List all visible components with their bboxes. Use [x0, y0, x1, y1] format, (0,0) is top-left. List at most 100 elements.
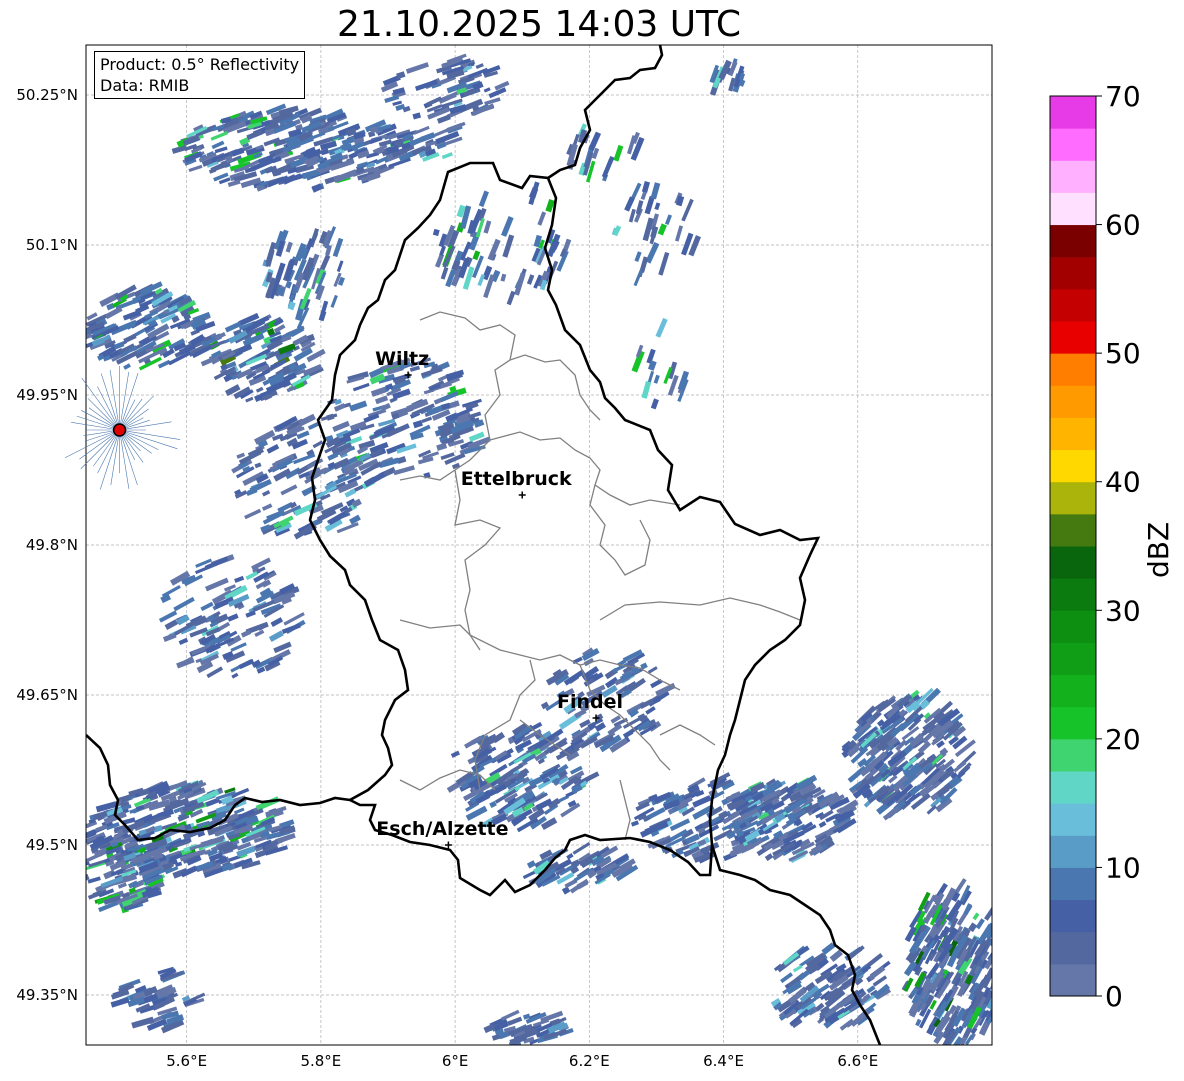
- echo-cell: [993, 960, 1007, 979]
- colorbar-segment: [1050, 353, 1096, 386]
- lon-tick-label: 6°E: [442, 1052, 469, 1070]
- echo-cell: [818, 821, 827, 828]
- echo-cell: [526, 860, 536, 869]
- echo-cell: [991, 960, 992, 976]
- echo-cell: [514, 272, 526, 296]
- echo-cell: [647, 666, 658, 674]
- echo-cell: [991, 922, 992, 933]
- colorbar-segment: [1050, 256, 1096, 290]
- echo-cell: [601, 156, 615, 178]
- echo-cell: [641, 180, 651, 193]
- echo-cell: [336, 260, 344, 273]
- lat-tick-label: 49.95°N: [16, 386, 78, 404]
- echo-cell: [70, 880, 82, 889]
- colorbar-segment: [1050, 128, 1096, 161]
- colorbar-segment: [1050, 546, 1096, 579]
- echo-cell: [641, 380, 652, 399]
- echo-cell: [658, 251, 670, 276]
- echo-cell: [234, 575, 245, 583]
- echo-cell: [991, 929, 992, 950]
- lon-tick-label: 5.8°E: [300, 1052, 341, 1070]
- reflectivity-echoes: [70, 53, 1008, 1045]
- echo-cell: [634, 251, 642, 262]
- echo-cell: [87, 876, 101, 884]
- echo-cell: [992, 950, 1001, 962]
- echo-cell: [994, 940, 1002, 949]
- echo-cell: [204, 556, 229, 570]
- echo-cell: [440, 266, 449, 280]
- lat-tick-label: 50.1°N: [26, 236, 78, 254]
- graticule: [86, 45, 992, 1045]
- echo-cell: [421, 416, 433, 424]
- radar-spoke: [119, 373, 139, 431]
- echo-cell: [483, 220, 492, 234]
- echo-cell: [436, 114, 451, 124]
- echo-cell: [393, 465, 415, 476]
- colorbar-segment: [1050, 385, 1096, 418]
- echo-cell: [244, 508, 262, 520]
- echo-cell: [439, 245, 446, 256]
- radar-site-dot: [112, 423, 127, 437]
- echo-cell: [412, 112, 422, 120]
- echo-cell: [120, 794, 131, 804]
- lon-tick-label: 6.6°E: [837, 1052, 878, 1070]
- colorbar-segment: [1050, 449, 1096, 483]
- echo-cell: [972, 912, 980, 921]
- echo-cell: [210, 131, 229, 141]
- radar-site-marker: [64, 365, 181, 490]
- echo-cell: [268, 630, 284, 643]
- echo-cell: [123, 363, 131, 370]
- colorbar-tick-label: 60: [1105, 209, 1141, 242]
- echo-cell: [994, 945, 1008, 963]
- colorbar-segment: [1050, 738, 1096, 772]
- echo-cell: [157, 359, 171, 369]
- axis-ticks: 50.25°N 50.1°N 49.95°N 49.8°N 49.65°N 49.5°N 4…: [16, 86, 878, 1070]
- radar-spoke: [79, 429, 120, 460]
- echo-cell: [327, 452, 339, 461]
- radar-map: 50.25°N 50.1°N 49.95°N 49.8°N 49.65°N 49.5°N 4…: [16, 44, 1141, 1070]
- echo-cell: [645, 706, 656, 715]
- lon-tick-label: 6.4°E: [703, 1052, 744, 1070]
- echo-cell: [991, 978, 992, 992]
- echo-cell: [266, 444, 280, 454]
- echo-cell: [475, 63, 484, 70]
- echo-cell: [994, 928, 1004, 941]
- colorbar-segment: [1050, 417, 1096, 451]
- echo-cell: [477, 274, 486, 287]
- radar-spoke: [100, 373, 120, 431]
- echo-cell: [285, 241, 293, 253]
- colorbar-tick-label: 10: [1105, 851, 1141, 884]
- colorbar-segment: [1050, 288, 1096, 322]
- echo-cell: [681, 198, 694, 222]
- echo-cell: [349, 400, 368, 412]
- colorbar-segment: [1050, 771, 1096, 804]
- echo-cell: [975, 918, 985, 930]
- echo-cell: [318, 300, 329, 321]
- echo-cell: [588, 131, 602, 151]
- product-info-box: Product: 0.5° Reflectivity Data: RMIB: [94, 51, 306, 99]
- echo-cell: [483, 87, 491, 93]
- colorbar-segment: [1050, 803, 1096, 836]
- echo-cell: [255, 796, 280, 812]
- echo-cell: [764, 853, 774, 862]
- colorbar-segment: [1050, 513, 1096, 547]
- echo-cell: [994, 966, 1006, 985]
- echo-cell: [188, 164, 203, 173]
- radar-spoke: [99, 429, 120, 490]
- echo-cell: [635, 200, 644, 215]
- echo-cell: [501, 216, 514, 237]
- echo-cell: [654, 202, 661, 211]
- echo-cell: [994, 939, 1007, 956]
- echo-cell: [526, 274, 535, 285]
- radar-spoke: [119, 429, 178, 450]
- echo-cell: [330, 294, 338, 308]
- lon-tick-label: 5.6°E: [166, 1052, 207, 1070]
- echo-cell: [178, 637, 189, 645]
- echo-cell: [478, 190, 489, 208]
- colorbar-segment: [1050, 610, 1096, 643]
- echo-cell: [506, 290, 516, 306]
- colorbar-segment: [1050, 578, 1096, 611]
- echo-cell: [86, 873, 90, 884]
- colorbar-segment: [1050, 899, 1096, 933]
- colorbar-segment: [1050, 706, 1096, 740]
